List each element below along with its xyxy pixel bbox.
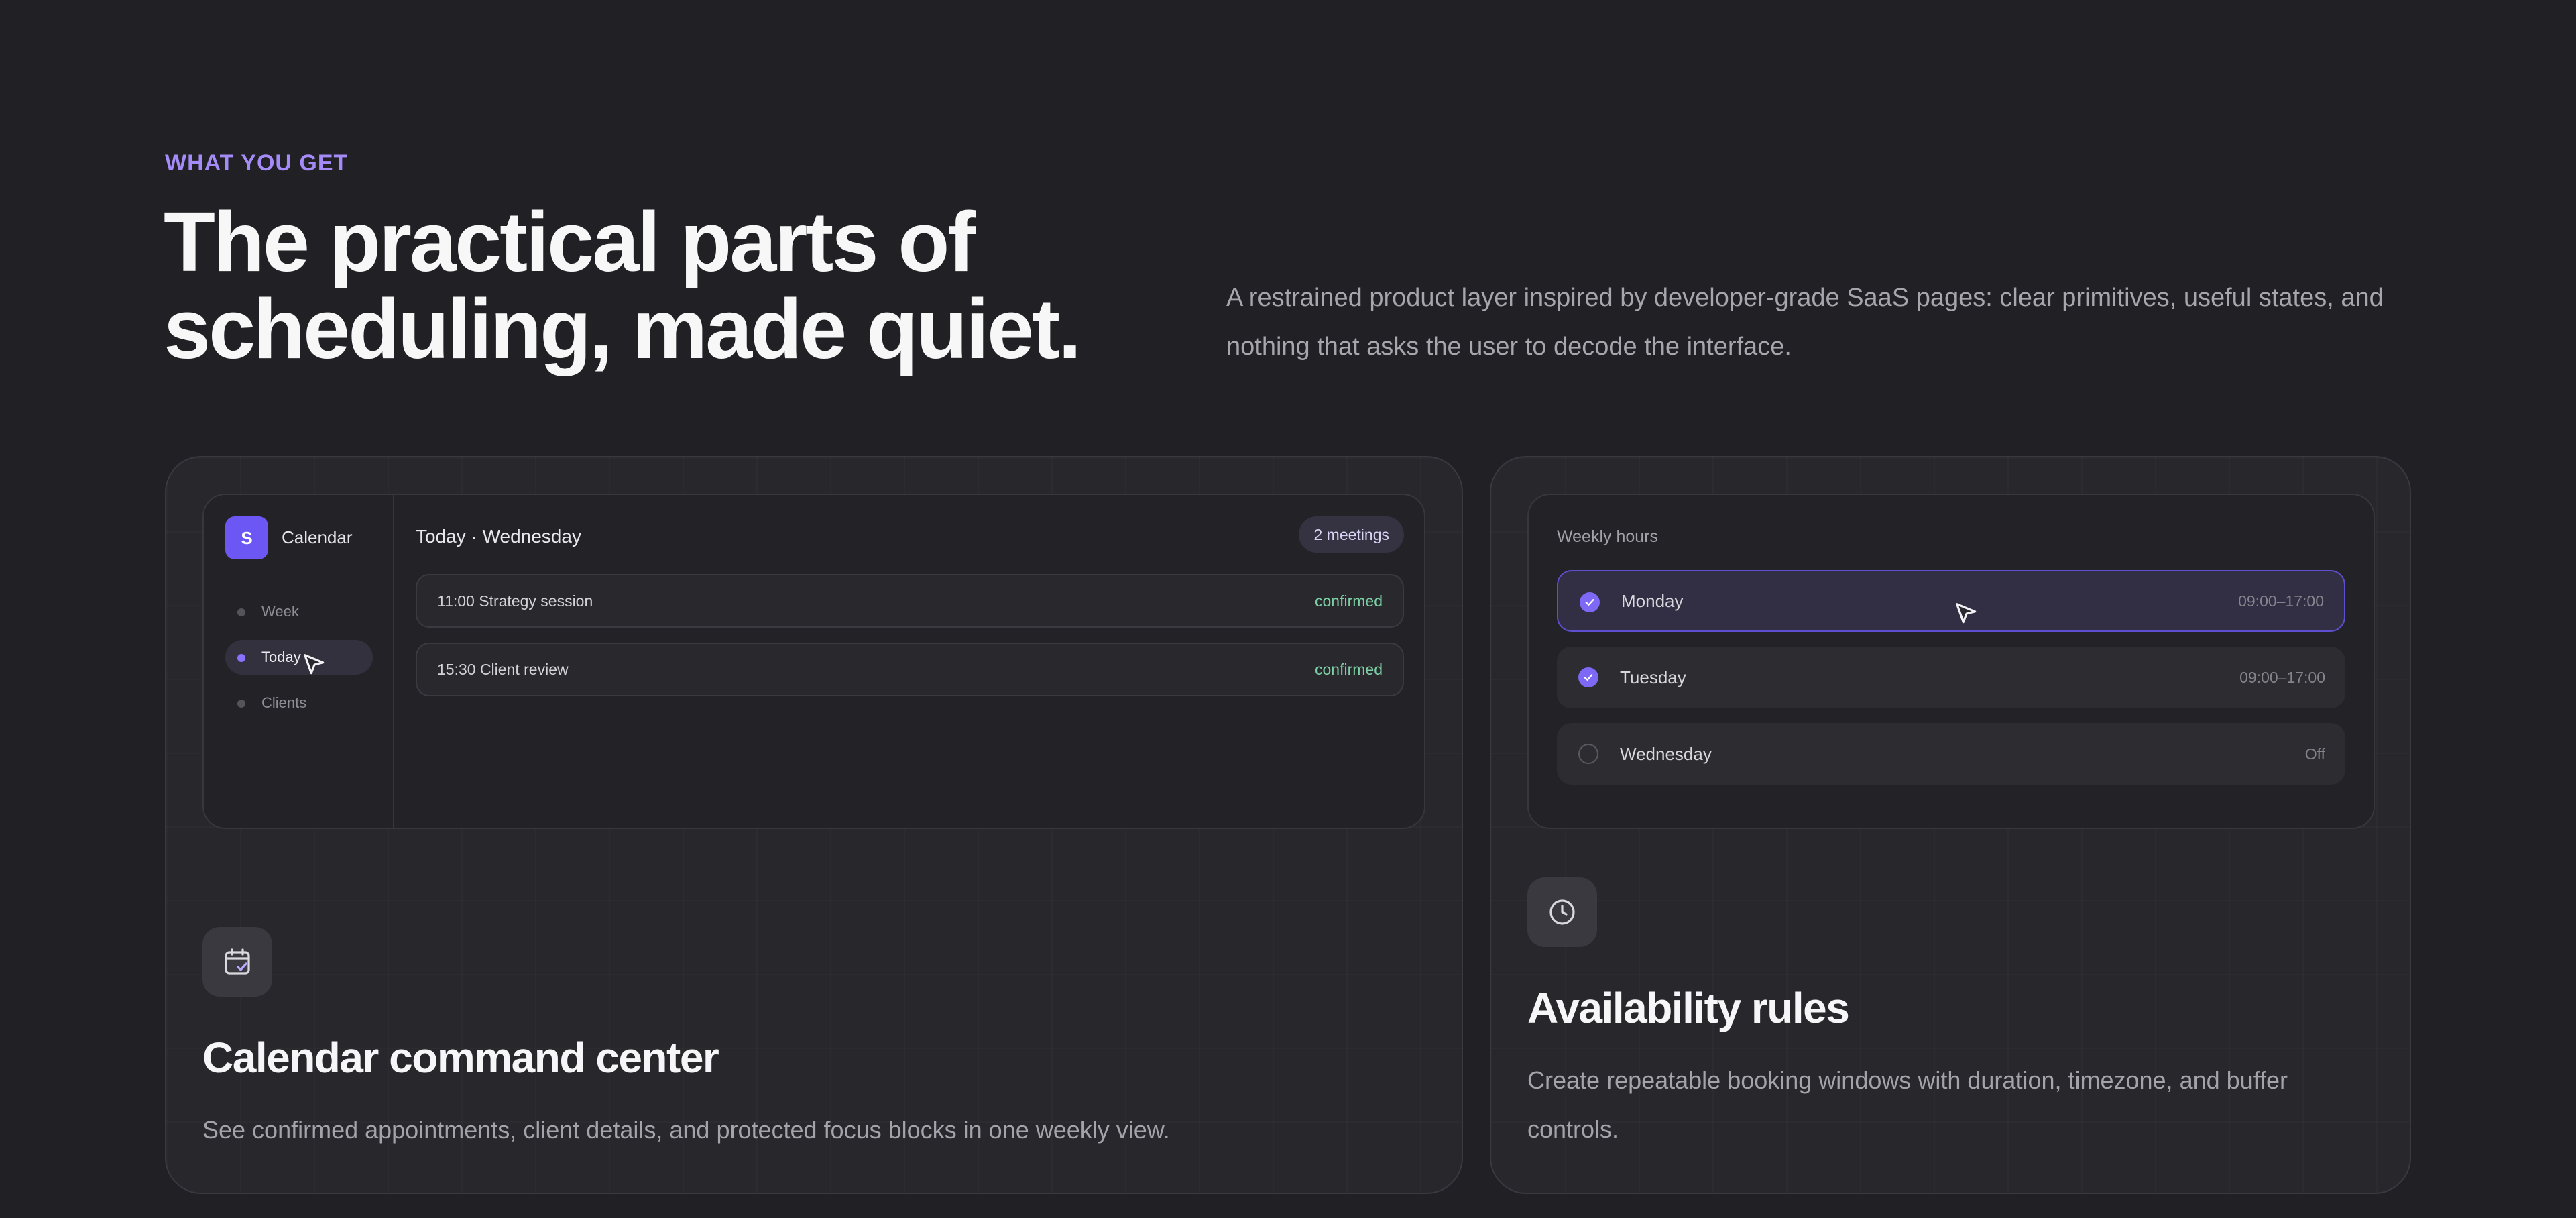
day-label: Tuesday bbox=[1620, 667, 1686, 687]
day-hours: 09:00–17:00 bbox=[2238, 592, 2324, 610]
nav-item-week[interactable]: Week bbox=[225, 594, 373, 629]
app-logo: S bbox=[225, 516, 268, 559]
event-label: 11:00 Strategy session bbox=[437, 592, 593, 610]
section-lede: A restrained product layer inspired by d… bbox=[1226, 284, 2384, 361]
app-name: Calendar bbox=[282, 527, 353, 547]
day-hours: Off bbox=[2304, 744, 2325, 763]
nav-dot bbox=[237, 700, 245, 708]
headline-line-2: scheduling, made quiet. bbox=[164, 282, 1081, 376]
feature-description: See confirmed appointments, client detai… bbox=[202, 1116, 1170, 1144]
event-label: 15:30 Client review bbox=[437, 660, 569, 678]
weekly-hours-panel: Weekly hours Monday 09:00–17:00 Tuesday … bbox=[1527, 494, 2375, 829]
day-row-tuesday[interactable]: Tuesday 09:00–17:00 bbox=[1557, 647, 2345, 708]
day-row-monday[interactable]: Monday 09:00–17:00 bbox=[1557, 570, 2345, 632]
section-headline: The practical parts of scheduling, made … bbox=[164, 199, 1169, 373]
clock-icon bbox=[1527, 877, 1597, 947]
checkbox-checked-icon[interactable] bbox=[1580, 592, 1600, 612]
nav-item-label: Week bbox=[261, 603, 299, 620]
headline-line-1: The practical parts of bbox=[164, 195, 976, 289]
weekly-hours-title: Weekly hours bbox=[1557, 527, 1658, 546]
feature-description: Create repeatable booking windows with d… bbox=[1527, 1066, 2288, 1143]
event-row[interactable]: 15:30 Client review confirmed bbox=[416, 643, 1404, 696]
event-status: confirmed bbox=[1315, 592, 1383, 610]
mouse-pointer-icon bbox=[304, 654, 325, 675]
event-status: confirmed bbox=[1315, 660, 1383, 678]
day-label: Monday bbox=[1621, 590, 1684, 611]
calendar-feature-card: S Calendar Week Today Clients Today · We… bbox=[165, 456, 1463, 1194]
calendar-check-icon bbox=[202, 927, 272, 997]
nav-dot bbox=[237, 608, 245, 616]
checkbox-unchecked-icon[interactable] bbox=[1578, 744, 1598, 764]
availability-feature-card: Weekly hours Monday 09:00–17:00 Tuesday … bbox=[1490, 456, 2411, 1194]
calendar-sidebar: S Calendar Week Today Clients bbox=[204, 495, 394, 828]
features-section: WHAT YOU GET The practical parts of sche… bbox=[0, 0, 2576, 1218]
nav-item-label: Today bbox=[261, 649, 301, 665]
nav-item-today[interactable]: Today bbox=[225, 640, 373, 675]
nav-item-clients[interactable]: Clients bbox=[225, 685, 373, 720]
day-label: Wednesday bbox=[1620, 743, 1712, 764]
nav-item-label: Clients bbox=[261, 694, 307, 711]
calendar-mock-panel: S Calendar Week Today Clients Today · We… bbox=[202, 494, 1425, 829]
feature-title: Availability rules bbox=[1527, 984, 1850, 1032]
section-eyebrow: WHAT YOU GET bbox=[165, 150, 349, 176]
event-row[interactable]: 11:00 Strategy session confirmed bbox=[416, 574, 1404, 628]
checkbox-checked-icon[interactable] bbox=[1578, 667, 1598, 687]
day-row-wednesday[interactable]: Wednesday Off bbox=[1557, 723, 2345, 785]
meetings-count-badge: 2 meetings bbox=[1299, 516, 1404, 553]
feature-title: Calendar command center bbox=[202, 1034, 719, 1082]
nav-dot bbox=[237, 654, 245, 662]
calendar-day-title: Today · Wednesday bbox=[416, 526, 581, 547]
day-hours: 09:00–17:00 bbox=[2239, 668, 2325, 686]
mouse-pointer-icon bbox=[1956, 603, 1977, 624]
